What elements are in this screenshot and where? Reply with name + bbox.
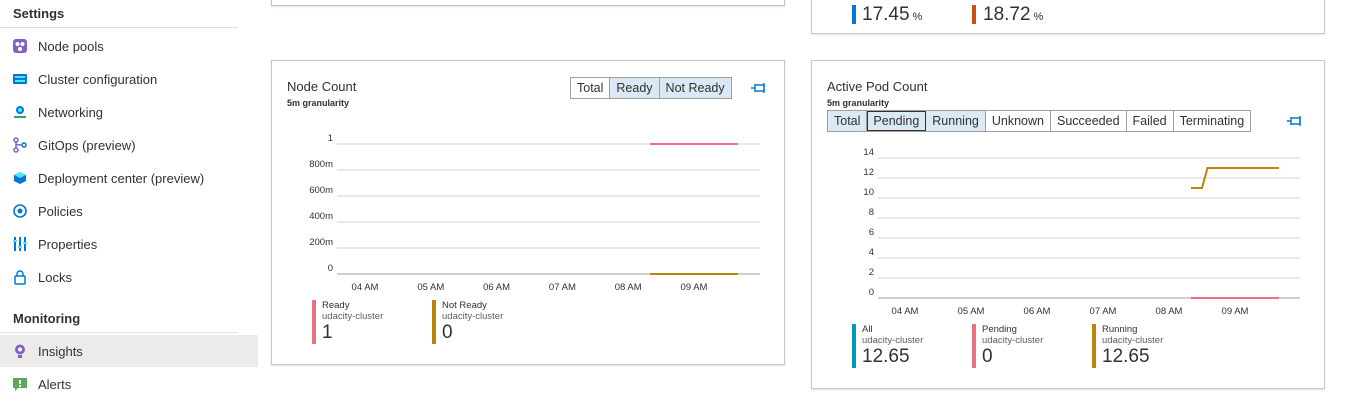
sidebar-item-label: Deployment center (preview) bbox=[38, 170, 205, 186]
legend-cluster: udacity-cluster bbox=[982, 335, 1044, 346]
top-right-card: 17.45% 18.72% bbox=[811, 0, 1325, 34]
y-tick-label: 0 bbox=[869, 287, 874, 298]
alerts-icon bbox=[12, 376, 28, 392]
sidebar-item-policies[interactable]: Policies bbox=[0, 195, 258, 227]
properties-icon bbox=[12, 236, 28, 252]
legend-name: Not Ready bbox=[442, 300, 487, 311]
x-tick-label: 04 AM bbox=[892, 306, 919, 317]
metric-value: 17.45% bbox=[862, 4, 923, 25]
legend-value: 0 bbox=[982, 346, 993, 367]
y-tick-label: 4 bbox=[869, 247, 874, 258]
legend-swatch bbox=[852, 324, 856, 368]
deployment-center-icon bbox=[12, 170, 28, 186]
y-tick-label: 400m bbox=[309, 211, 333, 222]
x-tick-label: 08 AM bbox=[1156, 306, 1183, 317]
metric-bar bbox=[972, 5, 976, 24]
legend-value: 12.65 bbox=[862, 346, 910, 367]
cluster-config-icon bbox=[12, 71, 28, 87]
x-tick-label: 06 AM bbox=[483, 282, 510, 293]
y-tick-label: 14 bbox=[863, 147, 874, 158]
x-tick-label: 09 AM bbox=[1222, 306, 1249, 317]
legend-name: Pending bbox=[982, 324, 1017, 335]
sidebar-item-label: Cluster configuration bbox=[38, 71, 158, 87]
x-tick-label: 09 AM bbox=[681, 282, 708, 293]
legend-cluster: udacity-cluster bbox=[862, 335, 924, 346]
x-tick-label: 08 AM bbox=[615, 282, 642, 293]
x-tick-label: 04 AM bbox=[352, 282, 379, 293]
sidebar-item-label: Insights bbox=[38, 343, 83, 359]
sidebar-item-networking[interactable]: Networking bbox=[0, 96, 258, 128]
x-tick-label: 05 AM bbox=[417, 282, 444, 293]
x-tick-label: 05 AM bbox=[958, 306, 985, 317]
y-tick-label: 10 bbox=[863, 187, 874, 198]
legend-swatch bbox=[1092, 324, 1096, 368]
legend-cluster: udacity-cluster bbox=[442, 311, 504, 322]
x-tick-label: 07 AM bbox=[1090, 306, 1117, 317]
top-left-card bbox=[271, 0, 785, 6]
y-tick-label: 1 bbox=[328, 133, 333, 144]
sidebar-item-label: Locks bbox=[38, 269, 72, 285]
sidebar-item-locks[interactable]: Locks bbox=[0, 261, 258, 293]
y-tick-label: 600m bbox=[309, 185, 333, 196]
x-tick-label: 07 AM bbox=[549, 282, 576, 293]
networking-icon bbox=[12, 104, 28, 120]
legend-swatch bbox=[312, 300, 316, 344]
node-count-card: Node Count 5m granularity Total Ready No… bbox=[271, 60, 785, 365]
y-tick-label: 8 bbox=[869, 207, 874, 218]
legend-name: Ready bbox=[322, 300, 350, 311]
sidebar-item-label: Alerts bbox=[38, 376, 72, 392]
sidebar-item-insights[interactable]: Insights bbox=[0, 335, 258, 367]
insights-icon bbox=[12, 343, 28, 359]
legend-value: 0 bbox=[442, 322, 453, 343]
monitoring-header: Monitoring bbox=[13, 311, 81, 326]
legend-swatch bbox=[972, 324, 976, 368]
active-pod-count-card: Active Pod Count 5m granularity Total Pe… bbox=[811, 60, 1325, 389]
y-tick-label: 0 bbox=[328, 263, 333, 274]
legend-swatch bbox=[432, 300, 436, 344]
sidebar-item-label: Networking bbox=[38, 104, 104, 120]
sidebar-item-alerts[interactable]: Alerts bbox=[0, 368, 258, 400]
node-pools-icon bbox=[12, 38, 28, 54]
lock-icon bbox=[12, 269, 28, 285]
divider bbox=[0, 27, 238, 28]
legend-name: All bbox=[862, 324, 873, 335]
sidebar: Settings Node pools Cluster configuratio… bbox=[0, 0, 258, 404]
legend-value: 12.65 bbox=[1102, 346, 1150, 367]
settings-header: Settings bbox=[13, 6, 65, 21]
gitops-icon bbox=[12, 137, 28, 153]
sidebar-item-cluster-configuration[interactable]: Cluster configuration bbox=[0, 63, 258, 95]
node-count-chart: 0 200m 400m 600m 800m 1 04 AM 05 AM 06 AM 07 AM 08… bbox=[309, 133, 760, 293]
legend-cluster: udacity-cluster bbox=[1102, 335, 1164, 346]
sidebar-item-label: Properties bbox=[38, 236, 98, 252]
metric-value: 18.72% bbox=[983, 4, 1044, 25]
divider bbox=[0, 332, 238, 333]
y-tick-label: 200m bbox=[309, 237, 333, 248]
sidebar-item-label: GitOps (preview) bbox=[38, 137, 136, 153]
sidebar-item-label: Policies bbox=[38, 203, 83, 219]
sidebar-item-deployment-center[interactable]: Deployment center (preview) bbox=[0, 162, 258, 194]
legend-name: Running bbox=[1102, 324, 1138, 335]
sidebar-item-properties[interactable]: Properties bbox=[0, 228, 258, 260]
legend-cluster: udacity-cluster bbox=[322, 311, 384, 322]
sidebar-item-node-pools[interactable]: Node pools bbox=[0, 30, 258, 62]
x-tick-label: 06 AM bbox=[1024, 306, 1051, 317]
y-tick-label: 800m bbox=[309, 159, 333, 170]
legend-value: 1 bbox=[322, 322, 333, 343]
y-tick-label: 12 bbox=[863, 167, 874, 178]
sidebar-item-gitops[interactable]: GitOps (preview) bbox=[0, 129, 258, 161]
metric-bar bbox=[852, 5, 856, 24]
policies-icon bbox=[12, 203, 28, 219]
y-tick-label: 6 bbox=[869, 227, 874, 238]
y-tick-label: 2 bbox=[869, 267, 874, 278]
active-pod-count-chart: 0 2 4 6 8 10 12 14 04 AM 05 AM 06 AM 07 AM 08 AM 09 A… bbox=[863, 147, 1300, 317]
sidebar-item-label: Node pools bbox=[38, 38, 104, 54]
